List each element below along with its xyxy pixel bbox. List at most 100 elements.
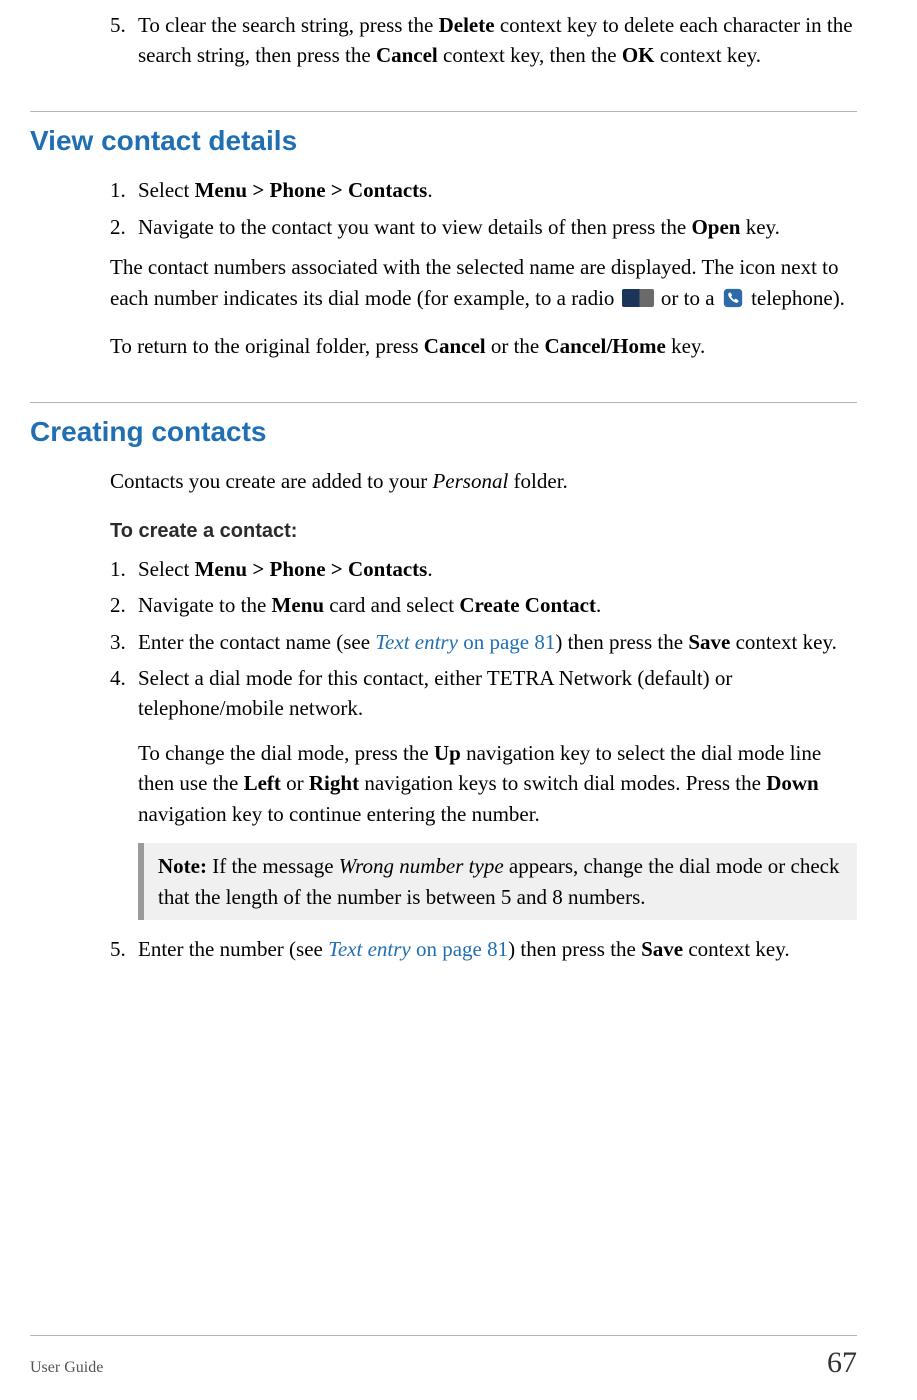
telephone-icon: [722, 287, 744, 309]
text-bold: Left: [244, 771, 281, 795]
text: folder.: [508, 469, 567, 493]
text-italic: Personal: [432, 469, 508, 493]
list-body: Navigate to the contact you want to view…: [138, 212, 857, 242]
text: context key.: [730, 630, 837, 654]
dial-mode-block: To change the dial mode, press the Up na…: [138, 738, 857, 920]
text: context key, then the: [438, 43, 622, 67]
text: key.: [666, 334, 705, 358]
link-page: on page 81: [411, 937, 508, 961]
text: Select: [138, 557, 195, 581]
list-item: 4. Select a dial mode for this contact, …: [110, 663, 857, 724]
text: card and select: [324, 593, 459, 617]
list-body: Select Menu > Phone > Contacts.: [138, 554, 857, 584]
text: ) then press the: [508, 937, 641, 961]
content-area: 5. To clear the search string, press the…: [30, 0, 857, 965]
page-footer: User Guide 67: [30, 1335, 857, 1380]
link-label: Text entry: [375, 630, 458, 654]
text-bold: Menu > Phone > Contacts: [195, 557, 428, 581]
list-item: 1. Select Menu > Phone > Contacts.: [110, 175, 857, 205]
text-bold: OK: [622, 43, 655, 67]
text: key.: [740, 215, 779, 239]
paragraph: The contact numbers associated with the …: [110, 252, 857, 313]
list-body: Navigate to the Menu card and select Cre…: [138, 590, 857, 620]
list-item: 5. Enter the number (see Text entry on p…: [110, 934, 857, 964]
list-item: 1. Select Menu > Phone > Contacts.: [110, 554, 857, 584]
text: If the message: [207, 854, 339, 878]
list-number: 2.: [110, 212, 138, 242]
text-bold: Cancel: [376, 43, 438, 67]
text: .: [596, 593, 601, 617]
list-number: 5.: [110, 10, 138, 71]
list-body: Enter the contact name (see Text entry o…: [138, 627, 857, 657]
view-list: 1. Select Menu > Phone > Contacts. 2. Na…: [110, 175, 857, 361]
link-text-entry[interactable]: Text entry on page 81: [328, 937, 508, 961]
link-page: on page 81: [458, 630, 555, 654]
text-bold: Cancel/Home: [545, 334, 666, 358]
text: telephone).: [746, 286, 845, 310]
list-item: 2. Navigate to the Menu card and select …: [110, 590, 857, 620]
paragraph: Contacts you create are added to your Pe…: [110, 466, 857, 496]
text: or: [281, 771, 309, 795]
list-item: 5. To clear the search string, press the…: [110, 10, 857, 71]
list-number: 1.: [110, 175, 138, 205]
text: or to a: [656, 286, 720, 310]
link-label: Text entry: [328, 937, 411, 961]
text-bold: Menu: [272, 593, 325, 617]
note-box: Note: If the message Wrong number type a…: [138, 843, 857, 920]
text-bold: Save: [688, 630, 730, 654]
text: .: [427, 557, 432, 581]
text-bold: Save: [641, 937, 683, 961]
text: navigation key to continue entering the …: [138, 802, 540, 826]
text: context key.: [683, 937, 790, 961]
list-number: 4.: [110, 663, 138, 724]
text-bold: Create Contact: [459, 593, 596, 617]
paragraph: To change the dial mode, press the Up na…: [138, 738, 857, 829]
list-item: 2. Navigate to the contact you want to v…: [110, 212, 857, 242]
text-italic: Wrong number type: [339, 854, 504, 878]
text: Enter the number (see: [138, 937, 328, 961]
text: To change the dial mode, press the: [138, 741, 434, 765]
paragraph: To return to the original folder, press …: [110, 331, 857, 361]
list-body: To clear the search string, press the De…: [138, 10, 857, 71]
text: Navigate to the contact you want to view…: [138, 215, 691, 239]
footer-title: User Guide: [30, 1359, 103, 1377]
note-label: Note:: [158, 854, 207, 878]
text: Select: [138, 178, 195, 202]
section-rule: [30, 111, 857, 112]
text: To clear the search string, press the: [138, 13, 439, 37]
page-number: 67: [827, 1346, 857, 1380]
section-rule: [30, 402, 857, 403]
text: Select a dial mode for this contact, eit…: [138, 666, 732, 720]
text-bold: Delete: [439, 13, 495, 37]
text: context key.: [655, 43, 762, 67]
text: Navigate to the: [138, 593, 272, 617]
text: Contacts you create are added to your: [110, 469, 432, 493]
text: navigation keys to switch dial modes. Pr…: [359, 771, 766, 795]
heading-creating-contacts: Creating contacts: [30, 415, 857, 449]
text: ) then press the: [555, 630, 688, 654]
heading-view-contact-details: View contact details: [30, 124, 857, 158]
text-bold: Open: [691, 215, 740, 239]
list-number: 3.: [110, 627, 138, 657]
list-item: 3. Enter the contact name (see Text entr…: [110, 627, 857, 657]
text-bold: Down: [766, 771, 819, 795]
text: To return to the original folder, press: [110, 334, 424, 358]
text-bold: Menu > Phone > Contacts: [195, 178, 428, 202]
create-list-cont: 5. Enter the number (see Text entry on p…: [110, 934, 857, 964]
list-number: 2.: [110, 590, 138, 620]
link-text-entry[interactable]: Text entry on page 81: [375, 630, 555, 654]
text-bold: Right: [309, 771, 359, 795]
list-body: Select Menu > Phone > Contacts.: [138, 175, 857, 205]
text-bold: Cancel: [424, 334, 486, 358]
subheading-to-create-contact: To create a contact:: [110, 517, 857, 546]
top-list: 5. To clear the search string, press the…: [110, 10, 857, 71]
page: 5. To clear the search string, press the…: [0, 0, 917, 1400]
text-bold: Up: [434, 741, 461, 765]
create-block: Contacts you create are added to your Pe…: [110, 466, 857, 724]
list-body: Enter the number (see Text entry on page…: [138, 934, 857, 964]
list-body: Select a dial mode for this contact, eit…: [138, 663, 857, 724]
list-number: 5.: [110, 934, 138, 964]
text: or the: [486, 334, 545, 358]
radio-icon: [622, 289, 654, 307]
text: Enter the contact name (see: [138, 630, 375, 654]
